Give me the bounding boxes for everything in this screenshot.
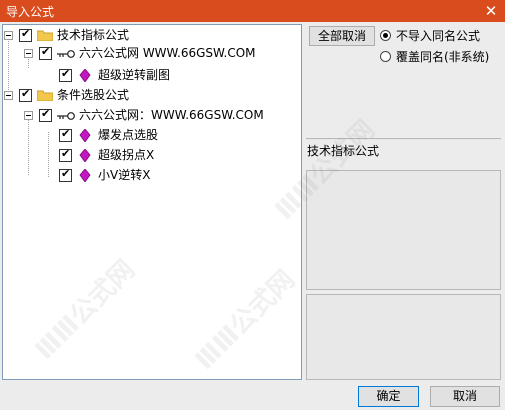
radio-overwrite-same-name[interactable]: 覆盖同名(非系统)	[380, 50, 500, 64]
window-title: 导入公式	[6, 5, 55, 19]
tree-item[interactable]: 六六公式网：WWW.66GSW.COM	[3, 107, 301, 123]
formula-gem-icon	[79, 68, 91, 83]
tree-item[interactable]: 超级逆转副图	[3, 67, 301, 83]
tree-checkbox[interactable]	[19, 27, 32, 42]
tree-item[interactable]: 技术指标公式	[3, 27, 301, 43]
tree-item-label: 超级拐点X	[98, 148, 155, 162]
formula-gem-icon	[79, 168, 91, 183]
separator	[306, 138, 501, 140]
formula-gem-icon	[79, 128, 91, 143]
tree-checkbox[interactable]	[39, 45, 52, 60]
tree-item-label: 超级逆转副图	[98, 68, 171, 82]
tree-item-label: 六六公式网：WWW.66GSW.COM	[79, 108, 264, 122]
collapse-toggle-icon[interactable]	[4, 91, 13, 100]
key-icon	[57, 48, 75, 58]
tree-item[interactable]: 条件选股公式	[3, 87, 301, 103]
cancel-button[interactable]: 取消	[430, 386, 500, 407]
close-icon[interactable]: ✕	[481, 1, 501, 21]
radio-label: 不导入同名公式	[396, 29, 481, 43]
tree-item-label: 爆发点选股	[98, 128, 159, 142]
tree-item-label: 小V逆转X	[98, 168, 151, 182]
formula-gem-icon	[79, 148, 91, 163]
collapse-toggle-icon[interactable]	[24, 111, 33, 120]
tree-item[interactable]: 爆发点选股	[3, 127, 301, 143]
tree-checkbox[interactable]	[59, 167, 72, 182]
folder-icon	[36, 30, 54, 42]
collapse-toggle-icon[interactable]	[4, 31, 13, 40]
tree-checkbox[interactable]	[59, 127, 72, 142]
tree-item[interactable]: 六六公式网 WWW.66GSW.COM	[3, 45, 301, 61]
tree-checkbox[interactable]	[19, 87, 32, 102]
tree-checkbox[interactable]	[59, 147, 72, 162]
tree-checkbox[interactable]	[59, 67, 72, 82]
radio-dot-off	[380, 51, 391, 62]
tree-item-label: 六六公式网 WWW.66GSW.COM	[79, 46, 256, 60]
formula-tree[interactable]: 技术指标公式六六公式网 WWW.66GSW.COM 超级逆转副图条件选股公式六六公…	[2, 24, 302, 380]
collapse-toggle-icon[interactable]	[24, 49, 33, 58]
import-formula-dialog: 导入公式 ✕ 技术指标公式六六公式网 WWW.66GSW.COM超级逆转副图条件…	[0, 0, 505, 410]
radio-label: 覆盖同名(非系统)	[396, 50, 490, 64]
radio-skip-same-name[interactable]: 不导入同名公式	[380, 29, 500, 43]
key-icon	[57, 110, 75, 120]
cancel-all-button[interactable]: 全部取消	[309, 26, 375, 46]
tree-item-label: 条件选股公式	[57, 88, 130, 102]
tree-item[interactable]: 小V逆转X	[3, 167, 301, 183]
radio-dot-on	[380, 30, 391, 41]
folder-icon	[36, 90, 54, 102]
preview-box	[306, 170, 501, 290]
tree-checkbox[interactable]	[39, 107, 52, 122]
title-bar: 导入公式 ✕	[0, 0, 505, 22]
info-label: 技术指标公式	[307, 144, 380, 158]
tree-item[interactable]: 超级拐点X	[3, 147, 301, 163]
ok-button[interactable]: 确定	[358, 386, 419, 407]
tree-item-label: 技术指标公式	[57, 28, 130, 42]
description-box	[306, 294, 501, 380]
